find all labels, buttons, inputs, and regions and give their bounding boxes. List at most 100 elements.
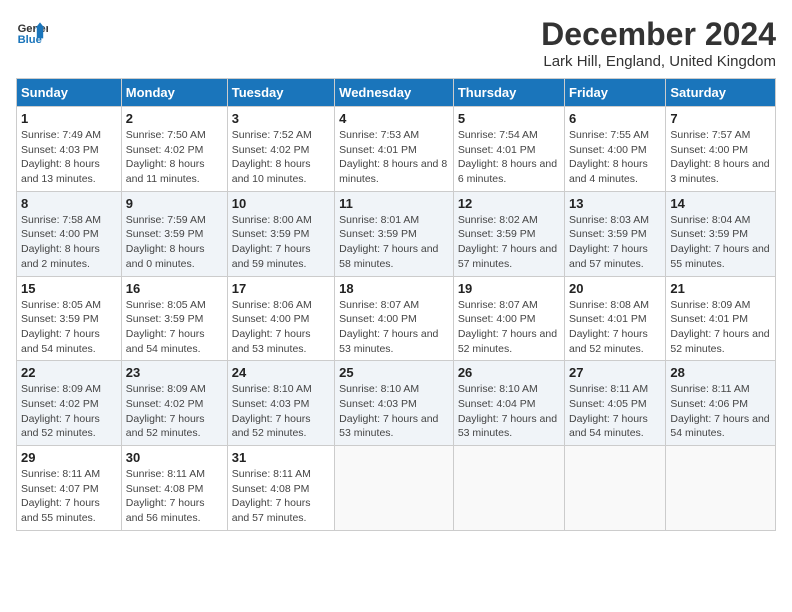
day-number: 24 [232, 365, 330, 380]
day-info: Sunrise: 8:10 AM Sunset: 4:03 PM Dayligh… [339, 382, 449, 441]
day-number: 16 [126, 281, 223, 296]
day-info: Sunrise: 8:01 AM Sunset: 3:59 PM Dayligh… [339, 213, 449, 272]
calendar-day-cell: 6 Sunrise: 7:55 AM Sunset: 4:00 PM Dayli… [565, 107, 666, 192]
calendar-day-cell: 3 Sunrise: 7:52 AM Sunset: 4:02 PM Dayli… [227, 107, 334, 192]
calendar-day-cell: 8 Sunrise: 7:58 AM Sunset: 4:00 PM Dayli… [17, 191, 122, 276]
day-number: 19 [458, 281, 560, 296]
day-number: 2 [126, 111, 223, 126]
calendar-week-row: 15 Sunrise: 8:05 AM Sunset: 3:59 PM Dayl… [17, 276, 776, 361]
calendar-day-cell: 25 Sunrise: 8:10 AM Sunset: 4:03 PM Dayl… [335, 361, 454, 446]
calendar-day-cell: 27 Sunrise: 8:11 AM Sunset: 4:05 PM Dayl… [565, 361, 666, 446]
calendar-day-cell: 20 Sunrise: 8:08 AM Sunset: 4:01 PM Dayl… [565, 276, 666, 361]
day-number: 5 [458, 111, 560, 126]
calendar-day-cell [565, 446, 666, 531]
weekday-header-cell: Tuesday [227, 79, 334, 107]
calendar-day-cell: 11 Sunrise: 8:01 AM Sunset: 3:59 PM Dayl… [335, 191, 454, 276]
calendar-day-cell: 5 Sunrise: 7:54 AM Sunset: 4:01 PM Dayli… [453, 107, 564, 192]
calendar-day-cell: 14 Sunrise: 8:04 AM Sunset: 3:59 PM Dayl… [666, 191, 776, 276]
day-number: 18 [339, 281, 449, 296]
day-number: 6 [569, 111, 661, 126]
calendar-week-row: 22 Sunrise: 8:09 AM Sunset: 4:02 PM Dayl… [17, 361, 776, 446]
logo-icon: General Blue [16, 16, 48, 48]
day-info: Sunrise: 7:57 AM Sunset: 4:00 PM Dayligh… [670, 128, 771, 187]
day-info: Sunrise: 7:52 AM Sunset: 4:02 PM Dayligh… [232, 128, 330, 187]
calendar-day-cell: 26 Sunrise: 8:10 AM Sunset: 4:04 PM Dayl… [453, 361, 564, 446]
day-info: Sunrise: 8:11 AM Sunset: 4:07 PM Dayligh… [21, 467, 117, 526]
calendar-day-cell: 13 Sunrise: 8:03 AM Sunset: 3:59 PM Dayl… [565, 191, 666, 276]
weekday-header-cell: Friday [565, 79, 666, 107]
day-number: 7 [670, 111, 771, 126]
day-number: 17 [232, 281, 330, 296]
day-number: 26 [458, 365, 560, 380]
day-number: 28 [670, 365, 771, 380]
calendar-day-cell: 31 Sunrise: 8:11 AM Sunset: 4:08 PM Dayl… [227, 446, 334, 531]
day-number: 29 [21, 450, 117, 465]
day-number: 4 [339, 111, 449, 126]
day-number: 3 [232, 111, 330, 126]
day-info: Sunrise: 8:07 AM Sunset: 4:00 PM Dayligh… [339, 298, 449, 357]
day-info: Sunrise: 8:05 AM Sunset: 3:59 PM Dayligh… [126, 298, 223, 357]
day-info: Sunrise: 8:08 AM Sunset: 4:01 PM Dayligh… [569, 298, 661, 357]
calendar-week-row: 1 Sunrise: 7:49 AM Sunset: 4:03 PM Dayli… [17, 107, 776, 192]
day-info: Sunrise: 8:05 AM Sunset: 3:59 PM Dayligh… [21, 298, 117, 357]
calendar-week-row: 8 Sunrise: 7:58 AM Sunset: 4:00 PM Dayli… [17, 191, 776, 276]
weekday-header-row: SundayMondayTuesdayWednesdayThursdayFrid… [17, 79, 776, 107]
day-info: Sunrise: 7:53 AM Sunset: 4:01 PM Dayligh… [339, 128, 449, 187]
day-info: Sunrise: 7:59 AM Sunset: 3:59 PM Dayligh… [126, 213, 223, 272]
title-section: December 2024 Lark Hill, England, United… [541, 16, 776, 70]
month-title: December 2024 [541, 16, 776, 53]
day-number: 12 [458, 196, 560, 211]
day-info: Sunrise: 8:11 AM Sunset: 4:06 PM Dayligh… [670, 382, 771, 441]
weekday-header-cell: Thursday [453, 79, 564, 107]
calendar-day-cell: 10 Sunrise: 8:00 AM Sunset: 3:59 PM Dayl… [227, 191, 334, 276]
weekday-header-cell: Sunday [17, 79, 122, 107]
calendar-day-cell: 15 Sunrise: 8:05 AM Sunset: 3:59 PM Dayl… [17, 276, 122, 361]
day-info: Sunrise: 7:55 AM Sunset: 4:00 PM Dayligh… [569, 128, 661, 187]
day-info: Sunrise: 8:06 AM Sunset: 4:00 PM Dayligh… [232, 298, 330, 357]
day-info: Sunrise: 7:50 AM Sunset: 4:02 PM Dayligh… [126, 128, 223, 187]
day-info: Sunrise: 8:10 AM Sunset: 4:03 PM Dayligh… [232, 382, 330, 441]
calendar-day-cell: 12 Sunrise: 8:02 AM Sunset: 3:59 PM Dayl… [453, 191, 564, 276]
calendar-table: SundayMondayTuesdayWednesdayThursdayFrid… [16, 78, 776, 531]
logo: General Blue [16, 16, 48, 48]
calendar-day-cell: 29 Sunrise: 8:11 AM Sunset: 4:07 PM Dayl… [17, 446, 122, 531]
day-number: 27 [569, 365, 661, 380]
day-number: 31 [232, 450, 330, 465]
day-number: 13 [569, 196, 661, 211]
day-number: 10 [232, 196, 330, 211]
calendar-day-cell: 4 Sunrise: 7:53 AM Sunset: 4:01 PM Dayli… [335, 107, 454, 192]
day-number: 22 [21, 365, 117, 380]
calendar-day-cell: 2 Sunrise: 7:50 AM Sunset: 4:02 PM Dayli… [121, 107, 227, 192]
calendar-day-cell: 9 Sunrise: 7:59 AM Sunset: 3:59 PM Dayli… [121, 191, 227, 276]
day-info: Sunrise: 8:11 AM Sunset: 4:05 PM Dayligh… [569, 382, 661, 441]
calendar-day-cell: 19 Sunrise: 8:07 AM Sunset: 4:00 PM Dayl… [453, 276, 564, 361]
calendar-day-cell: 28 Sunrise: 8:11 AM Sunset: 4:06 PM Dayl… [666, 361, 776, 446]
weekday-header-cell: Saturday [666, 79, 776, 107]
day-number: 14 [670, 196, 771, 211]
calendar-day-cell: 24 Sunrise: 8:10 AM Sunset: 4:03 PM Dayl… [227, 361, 334, 446]
day-info: Sunrise: 8:09 AM Sunset: 4:02 PM Dayligh… [126, 382, 223, 441]
calendar-day-cell: 18 Sunrise: 8:07 AM Sunset: 4:00 PM Dayl… [335, 276, 454, 361]
day-info: Sunrise: 8:02 AM Sunset: 3:59 PM Dayligh… [458, 213, 560, 272]
day-number: 9 [126, 196, 223, 211]
svg-text:General: General [18, 23, 48, 35]
weekday-header-cell: Wednesday [335, 79, 454, 107]
day-number: 15 [21, 281, 117, 296]
day-info: Sunrise: 8:11 AM Sunset: 4:08 PM Dayligh… [126, 467, 223, 526]
calendar-day-cell: 1 Sunrise: 7:49 AM Sunset: 4:03 PM Dayli… [17, 107, 122, 192]
calendar-day-cell: 30 Sunrise: 8:11 AM Sunset: 4:08 PM Dayl… [121, 446, 227, 531]
day-number: 25 [339, 365, 449, 380]
weekday-header-cell: Monday [121, 79, 227, 107]
calendar-day-cell: 7 Sunrise: 7:57 AM Sunset: 4:00 PM Dayli… [666, 107, 776, 192]
calendar-day-cell: 22 Sunrise: 8:09 AM Sunset: 4:02 PM Dayl… [17, 361, 122, 446]
day-number: 21 [670, 281, 771, 296]
day-info: Sunrise: 8:09 AM Sunset: 4:02 PM Dayligh… [21, 382, 117, 441]
calendar-week-row: 29 Sunrise: 8:11 AM Sunset: 4:07 PM Dayl… [17, 446, 776, 531]
header: General Blue December 2024 Lark Hill, En… [16, 16, 776, 70]
day-number: 23 [126, 365, 223, 380]
day-info: Sunrise: 7:49 AM Sunset: 4:03 PM Dayligh… [21, 128, 117, 187]
day-info: Sunrise: 8:07 AM Sunset: 4:00 PM Dayligh… [458, 298, 560, 357]
day-info: Sunrise: 8:00 AM Sunset: 3:59 PM Dayligh… [232, 213, 330, 272]
day-number: 11 [339, 196, 449, 211]
day-number: 30 [126, 450, 223, 465]
